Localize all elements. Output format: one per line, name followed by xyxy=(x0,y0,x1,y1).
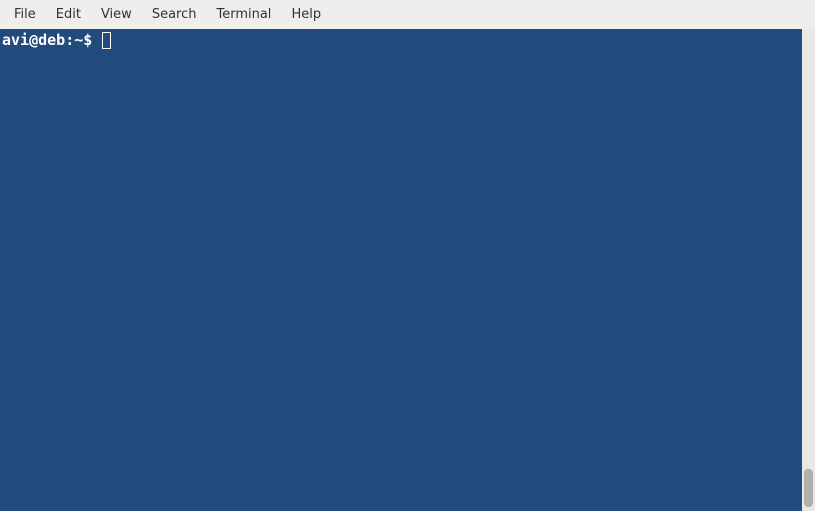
terminal-wrapper: avi@deb:~$ xyxy=(0,29,815,511)
prompt-text: avi@deb:~$ xyxy=(2,31,101,50)
menu-help[interactable]: Help xyxy=(281,3,331,26)
menu-search[interactable]: Search xyxy=(142,3,207,26)
prompt-line: avi@deb:~$ xyxy=(2,31,802,50)
menu-edit[interactable]: Edit xyxy=(46,3,91,26)
scrollbar-vertical[interactable] xyxy=(802,29,815,511)
scrollbar-thumb[interactable] xyxy=(804,469,813,507)
menu-file[interactable]: File xyxy=(4,3,46,26)
menu-terminal[interactable]: Terminal xyxy=(206,3,281,26)
menu-view[interactable]: View xyxy=(91,3,142,26)
menubar: File Edit View Search Terminal Help xyxy=(0,0,815,29)
cursor xyxy=(102,32,111,49)
terminal-area[interactable]: avi@deb:~$ xyxy=(0,29,802,511)
